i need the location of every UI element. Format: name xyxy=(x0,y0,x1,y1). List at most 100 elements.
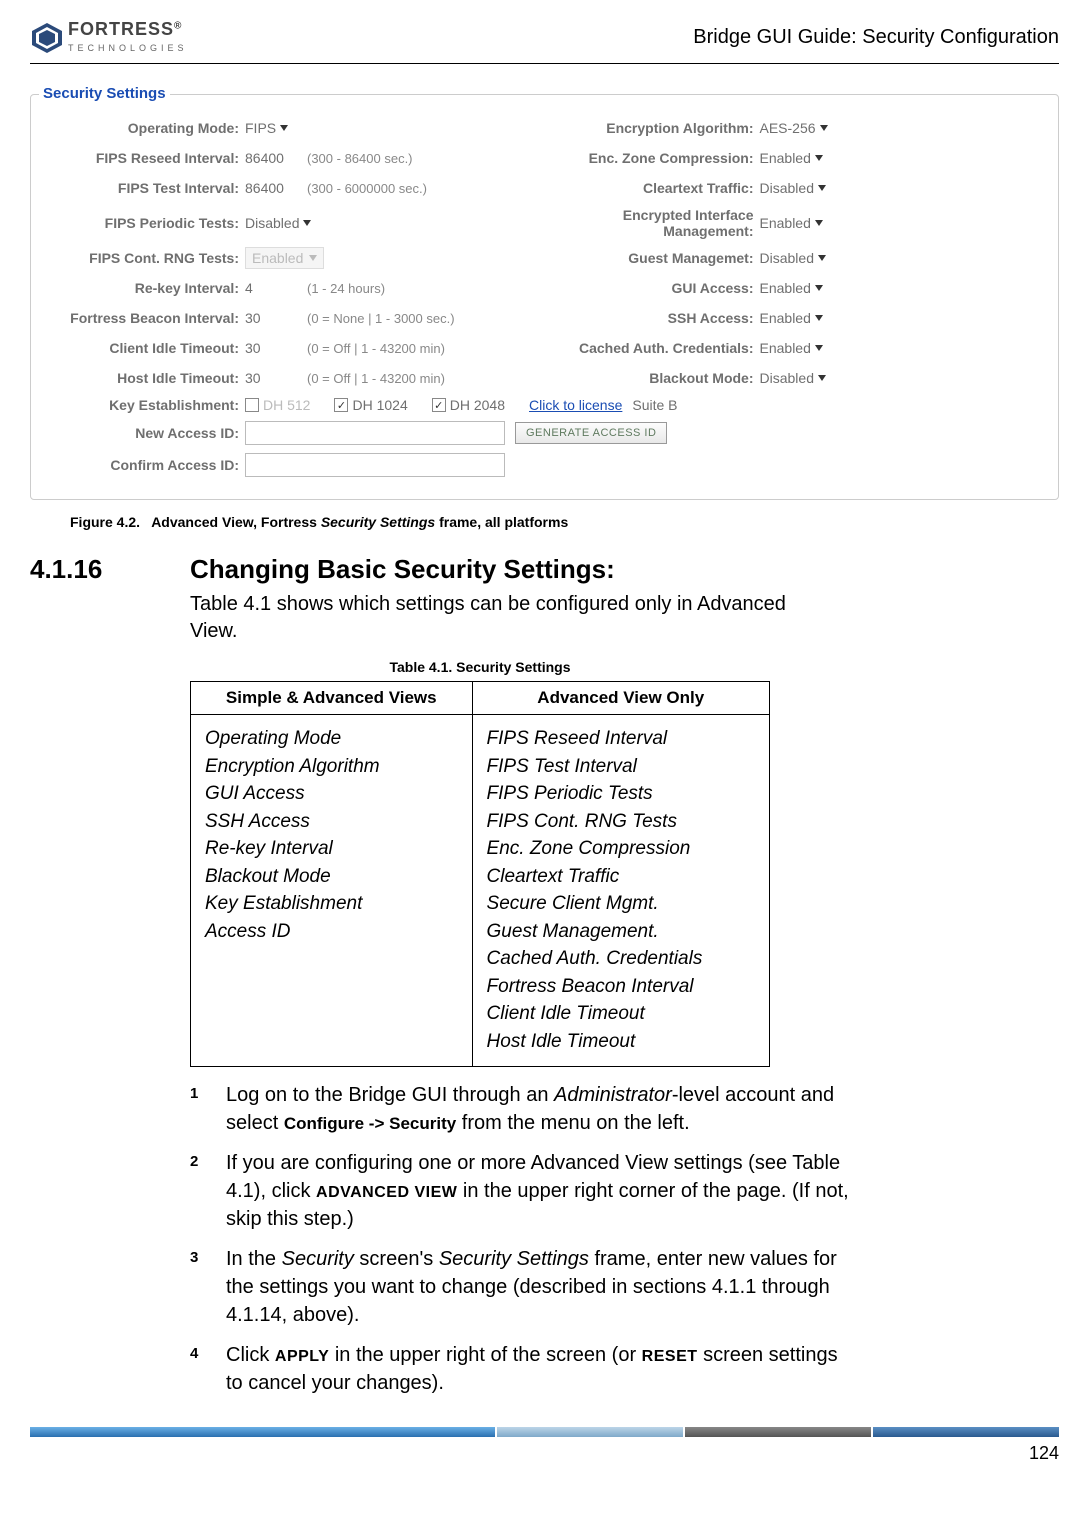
setting-row: Enc. Zone Compression:Enabled xyxy=(560,143,1045,173)
setting-hint: (300 - 6000000 sec.) xyxy=(307,181,427,196)
disabled-select: Enabled xyxy=(245,247,324,269)
setting-label: Confirm Access ID: xyxy=(45,457,245,473)
confirm-access-id-row: Confirm Access ID: xyxy=(45,449,1044,481)
setting-number[interactable]: 30 xyxy=(245,340,301,356)
header-divider xyxy=(30,63,1059,64)
setting-value[interactable]: AES-256 xyxy=(760,120,828,136)
setting-label: Client Idle Timeout: xyxy=(45,340,245,356)
setting-row: Encrypted Interface Management:Enabled xyxy=(560,203,1045,243)
select-control[interactable]: Disabled xyxy=(760,370,826,386)
setting-number[interactable]: 86400 xyxy=(245,180,301,196)
setting-value[interactable]: 86400 (300 - 6000000 sec.) xyxy=(245,180,427,196)
select-control[interactable]: Disabled xyxy=(760,180,826,196)
select-control[interactable]: Disabled xyxy=(760,250,826,266)
doc-title: Bridge GUI Guide: Security Configuration xyxy=(693,26,1059,49)
setting-value[interactable]: FIPS xyxy=(245,120,288,136)
setting-number[interactable]: 30 xyxy=(245,370,301,386)
setting-value[interactable]: Disabled xyxy=(760,370,826,386)
new-access-id-row: New Access ID: GENERATE ACCESS ID xyxy=(45,417,1044,449)
setting-label: New Access ID: xyxy=(45,425,245,441)
setting-row: Client Idle Timeout:30 (0 = Off | 1 - 432… xyxy=(45,333,530,363)
select-control[interactable]: Enabled xyxy=(760,310,823,326)
checkbox-icon[interactable] xyxy=(432,398,446,412)
setting-value[interactable]: Disabled xyxy=(760,250,826,266)
setting-label: Guest Managemet: xyxy=(560,250,760,266)
security-settings-panel: Security Settings Operating Mode:FIPSEnc… xyxy=(30,94,1059,500)
table-cell-item: Encryption Algorithm xyxy=(205,753,458,781)
setting-value[interactable]: Enabled xyxy=(760,310,823,326)
setting-value[interactable]: Enabled xyxy=(760,215,823,231)
setting-label: Key Establishment: xyxy=(45,397,245,413)
setting-hint: (0 = Off | 1 - 43200 min) xyxy=(307,341,445,356)
setting-hint: (0 = Off | 1 - 43200 min) xyxy=(307,371,445,386)
section-number: 4.1.16 xyxy=(30,554,150,585)
setting-value[interactable]: Enabled xyxy=(760,340,823,356)
table-header: Simple & Advanced Views xyxy=(191,682,473,715)
checkbox-icon[interactable] xyxy=(334,398,348,412)
logo-sub: TECHNOLOGIES xyxy=(68,43,188,53)
setting-row: Blackout Mode:Disabled xyxy=(560,363,1045,393)
step-text: ADVANCED VIEW xyxy=(316,1184,457,1201)
select-control[interactable]: AES-256 xyxy=(760,120,828,136)
setting-row: FIPS Cont. RNG Tests:Enabled xyxy=(45,243,530,273)
setting-hint: (0 = None | 1 - 3000 sec.) xyxy=(307,311,455,326)
step-text: Configure -> Security xyxy=(284,1114,456,1133)
setting-row: Fortress Beacon Interval:30 (0 = None | 1… xyxy=(45,303,530,333)
setting-row: Guest Managemet:Disabled xyxy=(560,243,1045,273)
select-control[interactable]: Enabled xyxy=(760,340,823,356)
chevron-down-icon xyxy=(303,220,311,226)
table-cell-item: FIPS Test Interval xyxy=(487,753,755,781)
chevron-down-icon xyxy=(815,220,823,226)
select-control[interactable]: Enabled xyxy=(760,150,823,166)
setting-label: Enc. Zone Compression: xyxy=(560,150,760,166)
setting-value[interactable]: 4 (1 - 24 hours) xyxy=(245,280,385,296)
setting-value[interactable]: Enabled xyxy=(760,280,823,296)
chevron-down-icon xyxy=(818,255,826,261)
key-option[interactable]: DH 2048 xyxy=(432,397,505,413)
table-cell-item: Guest Management. xyxy=(487,918,755,946)
setting-value[interactable]: 30 (0 = Off | 1 - 43200 min) xyxy=(245,340,445,356)
setting-label: FIPS Cont. RNG Tests: xyxy=(45,250,245,266)
chevron-down-icon xyxy=(815,345,823,351)
license-link[interactable]: Click to license xyxy=(529,397,622,413)
setting-label: FIPS Test Interval: xyxy=(45,180,245,196)
setting-label: FIPS Reseed Interval: xyxy=(45,150,245,166)
footer-bar xyxy=(30,1427,1059,1437)
select-control[interactable]: Enabled xyxy=(760,215,823,231)
setting-number[interactable]: 4 xyxy=(245,280,301,296)
generate-access-id-button[interactable]: GENERATE ACCESS ID xyxy=(515,422,667,444)
step-text: Security Settings xyxy=(439,1248,589,1270)
figure-caption: Figure 4.2. Advanced View, Fortress Secu… xyxy=(70,514,1059,530)
table-cell-item: Fortress Beacon Interval xyxy=(487,973,755,1001)
setting-label: Fortress Beacon Interval: xyxy=(45,310,245,326)
table-cell-item: SSH Access xyxy=(205,808,458,836)
setting-number[interactable]: 30 xyxy=(245,310,301,326)
setting-row: FIPS Test Interval:86400 (300 - 6000000 s… xyxy=(45,173,530,203)
key-establishment-row: Key Establishment:DH 512 DH 1024 DH 2048 Cl… xyxy=(45,393,1044,417)
setting-value[interactable]: Disabled xyxy=(245,215,311,231)
setting-label: Cached Auth. Credentials: xyxy=(560,340,760,356)
setting-value[interactable]: Disabled xyxy=(760,180,826,196)
table-cell-item: Secure Client Mgmt. xyxy=(487,890,755,918)
select-control[interactable]: Disabled xyxy=(245,215,311,231)
table-cell-item: Enc. Zone Compression xyxy=(487,835,755,863)
setting-value[interactable]: Enabled xyxy=(760,150,823,166)
key-option[interactable]: DH 1024 xyxy=(334,397,407,413)
setting-number[interactable]: 86400 xyxy=(245,150,301,166)
chevron-down-icon xyxy=(309,255,317,261)
select-control[interactable]: FIPS xyxy=(245,120,288,136)
new-access-id-input[interactable] xyxy=(245,421,505,445)
setting-value[interactable]: 30 (0 = Off | 1 - 43200 min) xyxy=(245,370,445,386)
setting-value[interactable]: 30 (0 = None | 1 - 3000 sec.) xyxy=(245,310,455,326)
chevron-down-icon xyxy=(815,155,823,161)
setting-label: Encryption Algorithm: xyxy=(560,120,760,136)
confirm-access-id-input[interactable] xyxy=(245,453,505,477)
chevron-down-icon xyxy=(815,315,823,321)
select-control[interactable]: Enabled xyxy=(760,280,823,296)
table-cell: Operating ModeEncryption AlgorithmGUI Ac… xyxy=(191,715,473,1067)
chevron-down-icon xyxy=(280,125,288,131)
setting-value[interactable]: 86400(300 - 86400 sec.) xyxy=(245,150,413,166)
key-option: DH 512 xyxy=(245,397,310,413)
setting-hint: (1 - 24 hours) xyxy=(307,281,385,296)
setting-label: SSH Access: xyxy=(560,310,760,326)
